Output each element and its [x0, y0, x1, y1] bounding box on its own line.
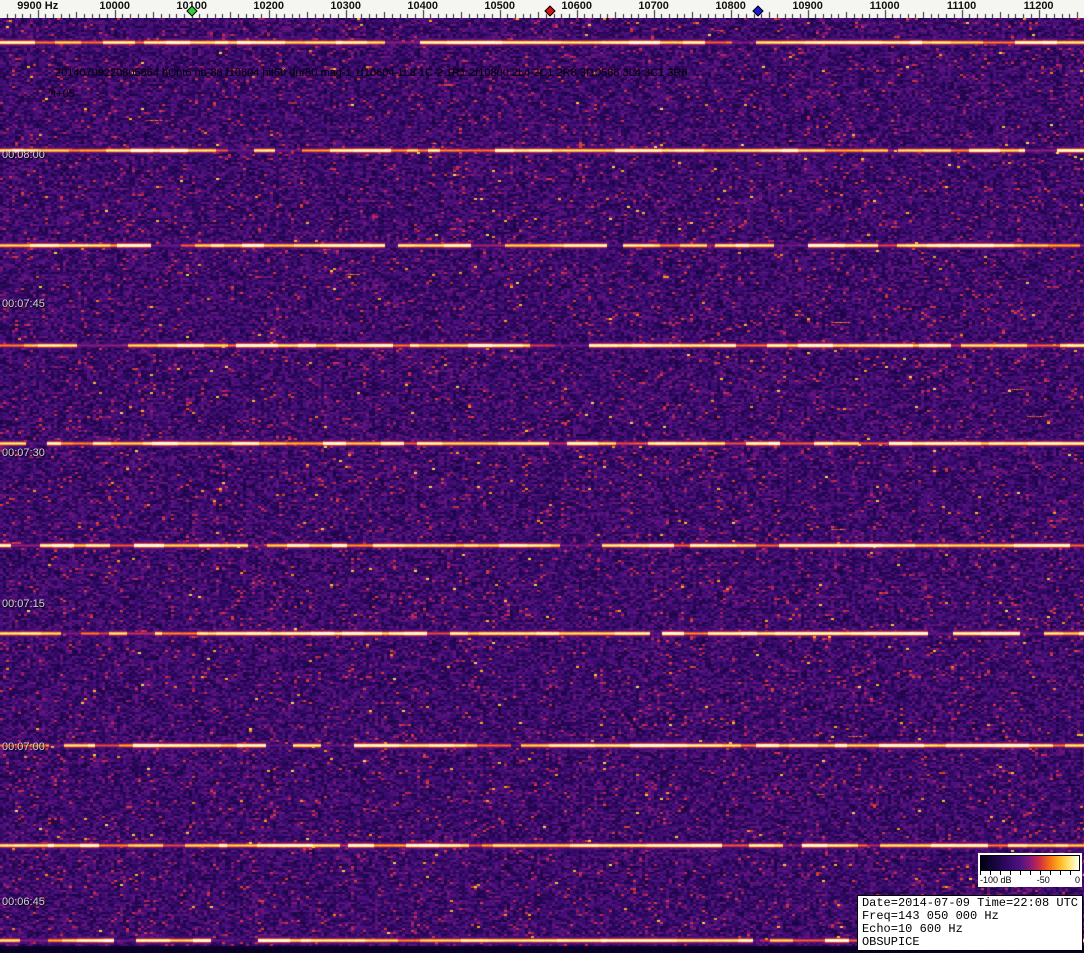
frequency-ruler: 9900 Hz100001010010200103001040010500106… [0, 0, 1084, 18]
time-label: 00:07:15 [2, 598, 45, 610]
ruler-ticks [0, 0, 1084, 18]
frequency-tick-label: 10400 [407, 0, 438, 12]
time-label: 00:07:00 [2, 741, 45, 753]
color-scale-legend: -100 dB -50 0 [978, 853, 1082, 887]
meteor-echo-spectrogram-viewer: 9900 Hz100001010010200103001040010500106… [0, 0, 1084, 953]
observation-info-box: Date=2014-07-09 Time=22:08 UTC Freq=143 … [856, 895, 1083, 951]
frequency-tick-label: 10800 [715, 0, 746, 12]
frequency-tick-label: 10200 [253, 0, 284, 12]
legend-label-max: 0 [1074, 875, 1080, 885]
frequency-tick-label: 10700 [638, 0, 669, 12]
legend-label-mid: -50 [1036, 875, 1050, 885]
frequency-tick-label: 10900 [792, 0, 823, 12]
info-station-line: OBSUPICE [861, 935, 920, 949]
time-label: 00:06:45 [2, 896, 45, 908]
time-label: 00:07:30 [2, 447, 45, 459]
frequency-tick-label: 10300 [330, 0, 361, 12]
color-scale-gradient [980, 855, 1080, 871]
time-label: 00:07:45 [2, 298, 45, 310]
time-offset-annotation: ^t+05 [48, 88, 75, 100]
frequency-tick-label: 10600 [561, 0, 592, 12]
event-annotation: 20140709220805864 hCnt6 nb-88 f10604 hit… [55, 67, 688, 79]
frequency-tick-label: 11100 [946, 0, 977, 12]
frequency-tick-label: 11000 [869, 0, 900, 12]
frequency-tick-label: 11200 [1023, 0, 1054, 12]
legend-label-min: -100 dB [980, 875, 1012, 885]
frequency-tick-label: 9900 Hz [17, 0, 59, 12]
frequency-tick-label: 10500 [484, 0, 515, 12]
spectrogram-waterfall [0, 18, 1084, 953]
color-scale-labels: -100 dB -50 0 [980, 875, 1080, 886]
frequency-tick-label: 10000 [99, 0, 130, 12]
time-label: 00:08:00 [2, 149, 45, 161]
